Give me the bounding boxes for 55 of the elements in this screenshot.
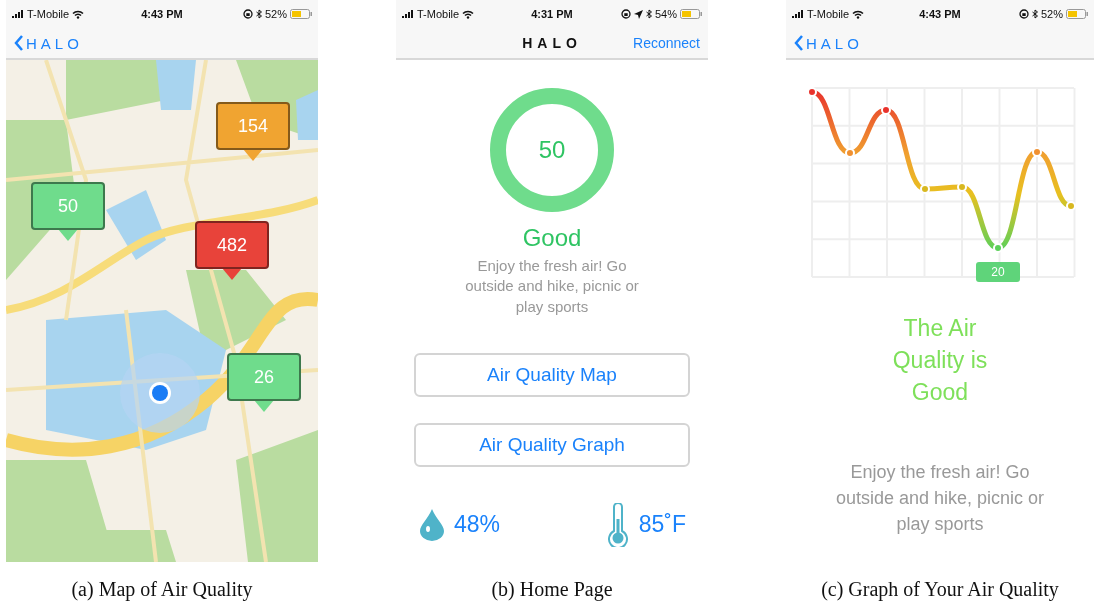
point-value-tooltip: 20 [976, 262, 1020, 282]
data-point [1032, 147, 1042, 157]
water-drop-icon [420, 508, 444, 541]
air-quality-heading: The Air Quality is Good [891, 314, 989, 408]
figure-caption: (b) Home Page [491, 578, 613, 601]
app-title: HALO [522, 35, 582, 51]
status-time: 4:43 PM [919, 8, 961, 20]
air-quality-marker[interactable]: 482 [195, 221, 269, 269]
air-quality-rating: Good [522, 224, 582, 252]
battery-icon [680, 9, 702, 19]
carrier-name: T-Mobile [27, 8, 70, 20]
wifi-icon [72, 9, 85, 19]
status-time: 4:31 PM [531, 8, 573, 20]
humidity-reading: 48% [454, 511, 501, 539]
wifi-icon [462, 9, 475, 19]
figure-caption: (c) Graph of Your Air Quality [821, 578, 1059, 601]
chevron-left-icon [794, 34, 804, 52]
data-point [807, 87, 817, 97]
data-point [1066, 201, 1076, 211]
rotation-lock-icon [242, 9, 253, 19]
rotation-lock-icon [620, 9, 631, 19]
battery-percent: 52% [1040, 8, 1063, 20]
bluetooth-icon [645, 9, 652, 19]
nav-button[interactable]: Air Quality Map [414, 352, 690, 397]
data-point [920, 184, 930, 194]
data-point [993, 243, 1003, 253]
battery-icon [1066, 9, 1088, 19]
bluetooth-icon [255, 9, 262, 19]
signal-icon [402, 10, 414, 18]
air-quality-marker[interactable]: 154 [216, 102, 290, 150]
location-arrow-icon [633, 9, 643, 19]
bluetooth-icon [1031, 9, 1038, 19]
thermometer-icon [606, 502, 629, 547]
current-location-icon [148, 381, 172, 405]
signal-icon [12, 10, 24, 18]
rotation-lock-icon [1018, 9, 1029, 19]
air-quality-ring: 50 [490, 88, 614, 212]
status-time: 4:43 PM [141, 8, 183, 20]
nav-button[interactable]: Air Quality Graph [414, 422, 690, 467]
battery-percent: 54% [654, 8, 677, 20]
carrier-name: T-Mobile [807, 8, 850, 20]
carrier-name: T-Mobile [417, 8, 460, 20]
battery-percent: 52% [264, 8, 287, 20]
battery-icon [290, 9, 312, 19]
data-point [881, 105, 891, 115]
wifi-icon [852, 9, 865, 19]
signal-icon [792, 10, 804, 18]
temperature-reading: 85˚F [638, 511, 686, 539]
chevron-left-icon [14, 34, 24, 52]
air-quality-message: Enjoy the fresh air! Go outside and hike, picnic or play sports [834, 460, 1046, 536]
air-quality-message: Enjoy the fresh air! Go outside and hike, picnic or play sports [464, 256, 640, 317]
figure-caption: (a) Map of Air Quality [71, 578, 253, 601]
reconnect-link[interactable]: Reconnect [633, 35, 700, 51]
data-point [845, 148, 855, 158]
data-point [957, 182, 967, 192]
